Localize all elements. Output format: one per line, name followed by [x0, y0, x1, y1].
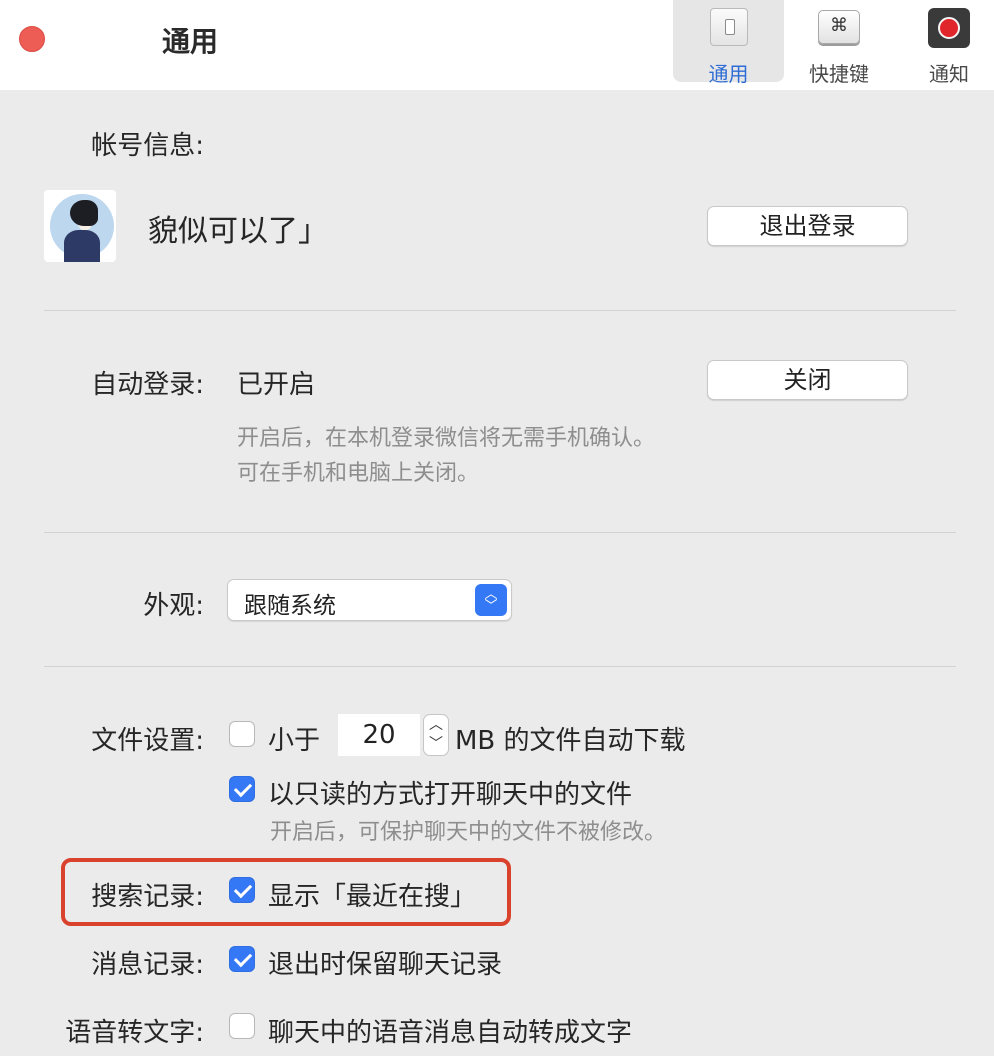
tab-general[interactable]: 通用 — [673, 0, 784, 86]
recent-search-checkbox[interactable] — [229, 877, 255, 903]
divider — [44, 666, 956, 667]
tab-shortcuts-label: 快捷键 — [809, 62, 869, 86]
appearance-select[interactable]: 跟随系统 ︿ ﹀ — [227, 579, 512, 621]
window-title: 通用 — [162, 25, 219, 58]
read-only-label: 以只读的方式打开聊天中的文件 — [268, 780, 633, 810]
tab-general-label: 通用 — [708, 62, 749, 86]
keep-history-checkbox[interactable] — [229, 946, 255, 972]
auto-download-suffix: MB 的文件自动下载 — [455, 726, 686, 756]
read-only-checkbox[interactable] — [229, 776, 255, 802]
keep-history-label: 退出时保留聊天记录 — [268, 950, 503, 980]
file-settings-label: 文件设置: — [91, 726, 204, 756]
read-only-hint: 开启后，可保护聊天中的文件不被修改。 — [270, 820, 667, 845]
auto-download-checkbox[interactable] — [229, 721, 255, 747]
recent-search-label: 显示「最近在搜」 — [268, 882, 477, 912]
auto-login-label: 自动登录: — [91, 370, 204, 400]
disable-auto-login-button[interactable]: 关闭 — [707, 360, 908, 400]
avatar — [44, 190, 116, 262]
appearance-selected-value: 跟随系统 — [244, 593, 336, 619]
voice-to-text-text: 聊天中的语音消息自动转成文字 — [268, 1018, 633, 1048]
divider — [44, 310, 956, 311]
chevron-down-icon[interactable]: ﹀ — [424, 735, 448, 753]
message-history-label: 消息记录: — [91, 950, 204, 980]
tab-notifications[interactable]: 通知 — [912, 0, 986, 86]
search-history-label: 搜索记录: — [91, 882, 204, 912]
voice-to-text-checkbox[interactable] — [229, 1013, 255, 1039]
appearance-label: 外观: — [143, 591, 204, 621]
tab-shortcuts[interactable]: ⌘ 快捷键 — [792, 0, 886, 86]
download-size-input[interactable]: 20 — [338, 714, 420, 756]
auto-login-status: 已开启 — [237, 370, 316, 400]
close-window-button[interactable] — [19, 26, 45, 52]
download-size-stepper[interactable]: ︿ ﹀ — [423, 714, 449, 756]
divider — [44, 532, 956, 533]
voice-to-text-label: 语音转文字: — [65, 1018, 204, 1048]
auto-login-hint-1: 开启后，在本机登录微信将无需手机确认。 — [237, 426, 656, 451]
account-label: 帐号信息: — [91, 131, 204, 161]
auto-download-prefix: 小于 — [268, 726, 321, 756]
logout-button[interactable]: 退出登录 — [707, 206, 908, 246]
tab-notifications-label: 通知 — [929, 62, 969, 86]
switch-icon — [710, 8, 748, 46]
nickname: 貌似可以了」 — [148, 214, 328, 249]
auto-login-hint-2: 可在手机和电脑上关闭。 — [237, 461, 480, 486]
command-key-icon: ⌘ — [818, 10, 860, 44]
up-down-chevron-icon: ︿ ﹀ — [475, 584, 507, 616]
chevron-up-icon[interactable]: ︿ — [424, 716, 448, 734]
record-icon — [928, 8, 970, 48]
toolbar: 通用 通用 ⌘ 快捷键 通知 — [0, 0, 994, 90]
